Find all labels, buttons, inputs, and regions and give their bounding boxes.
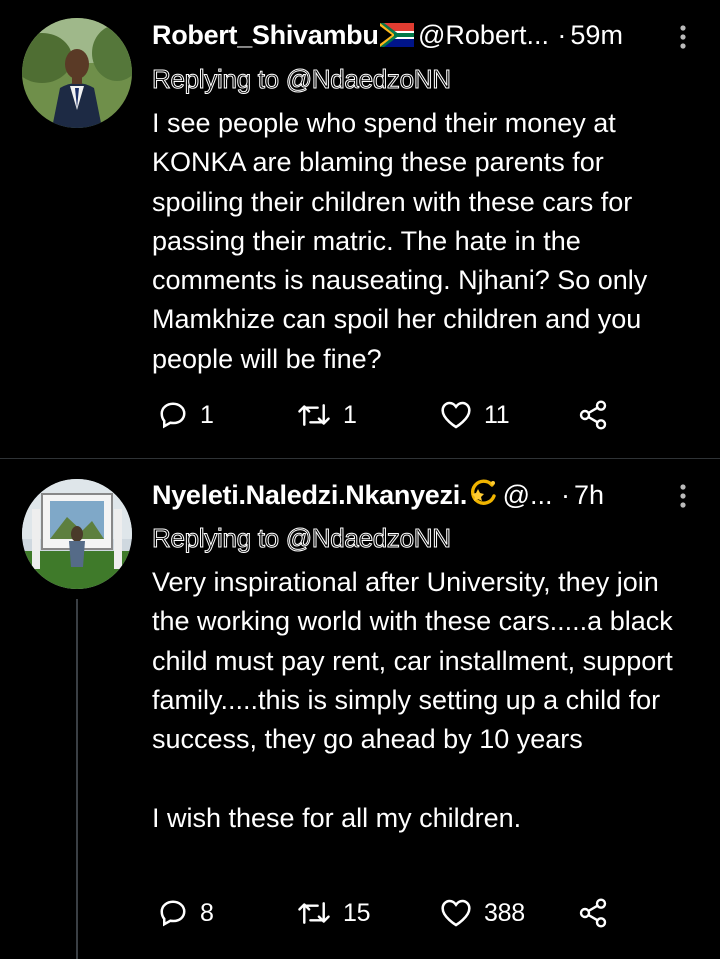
- retweet-count: 1: [343, 400, 357, 429]
- south-africa-flag-icon: [379, 23, 414, 52]
- author-handle[interactable]: @...: [503, 480, 553, 510]
- replying-to[interactable]: Replying to @NdaedzoNN: [152, 523, 452, 554]
- share-button[interactable]: [577, 395, 609, 435]
- thread-line: [76, 599, 78, 959]
- retweet-icon: [297, 898, 331, 928]
- more-options-icon[interactable]: [668, 481, 698, 511]
- avatar[interactable]: [22, 479, 132, 589]
- tweet[interactable]: Robert_Shivambu @Robert... · 59m Replying…: [0, 0, 720, 458]
- tweet-header: Robert_Shivambu @Robert... · 59m: [152, 20, 690, 60]
- reply-icon: [158, 898, 188, 928]
- timestamp[interactable]: 59m: [570, 20, 623, 50]
- more-options-icon[interactable]: [668, 22, 698, 52]
- heart-icon: [440, 400, 472, 430]
- like-button[interactable]: 11: [440, 395, 510, 435]
- heart-icon: [440, 898, 472, 928]
- reply-icon: [158, 400, 188, 430]
- separator-dot: ·: [560, 480, 570, 510]
- like-count: 388: [484, 898, 525, 927]
- tweet[interactable]: Nyeleti.Naledzi.Nkanyezi. @... · 7h Reply…: [0, 459, 720, 959]
- reply-count: 1: [200, 400, 214, 429]
- like-count: 11: [484, 400, 510, 429]
- reply-button[interactable]: 8: [158, 893, 214, 933]
- like-button[interactable]: 388: [440, 893, 525, 933]
- tweet-actions: 1 1 11: [152, 395, 632, 435]
- author-name[interactable]: Robert_Shivambu: [152, 20, 379, 50]
- tweet-text: I see people who spend their money at KO…: [152, 108, 655, 374]
- dizzy-star-icon: [468, 479, 498, 512]
- share-button[interactable]: [577, 893, 609, 933]
- retweet-button[interactable]: 15: [297, 893, 371, 933]
- retweet-button[interactable]: 1: [297, 395, 357, 435]
- share-icon: [577, 897, 609, 929]
- replying-to[interactable]: Replying to @NdaedzoNN: [152, 64, 452, 95]
- author-name[interactable]: Nyeleti.Naledzi.Nkanyezi.: [152, 480, 467, 510]
- tweet-text: Very inspirational after University, the…: [152, 567, 673, 833]
- share-icon: [577, 399, 609, 431]
- reply-count: 8: [200, 898, 214, 927]
- timestamp[interactable]: 7h: [574, 480, 604, 510]
- tweet-header: Nyeleti.Naledzi.Nkanyezi. @... · 7h: [152, 479, 690, 519]
- reply-button[interactable]: 1: [158, 395, 214, 435]
- retweet-icon: [297, 400, 331, 430]
- separator-dot: ·: [557, 20, 567, 50]
- tweet-actions: 8 15 388: [152, 893, 632, 933]
- retweet-count: 15: [343, 898, 371, 927]
- avatar[interactable]: [22, 18, 132, 128]
- author-handle[interactable]: @Robert...: [418, 20, 549, 50]
